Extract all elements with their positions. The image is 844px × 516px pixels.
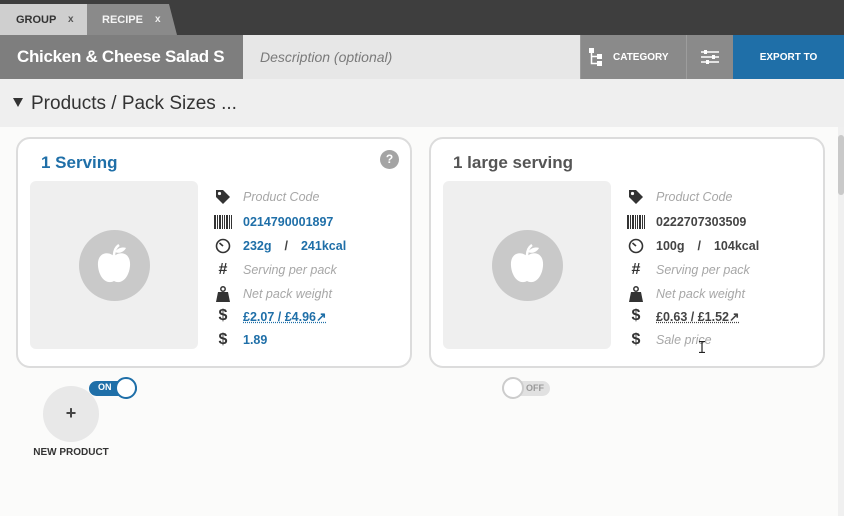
- cost-field[interactable]: $ £2.07 / £4.96↗: [214, 305, 404, 327]
- weight-separator: /: [697, 239, 701, 253]
- text-cursor-icon: [699, 341, 705, 353]
- sale-price-field[interactable]: $ Sale price: [627, 329, 817, 351]
- product-title[interactable]: 1 large serving: [453, 153, 573, 173]
- cost-link[interactable]: £0.63 / £1.52↗: [656, 309, 739, 324]
- net-pack-weight-field[interactable]: Net pack weight: [214, 283, 404, 305]
- product-image[interactable]: OFF: [443, 181, 611, 399]
- export-button[interactable]: EXPORT TO: [733, 35, 844, 79]
- product-code-placeholder: Product Code: [243, 190, 320, 204]
- settings-button[interactable]: [686, 35, 733, 79]
- hash-icon: #: [218, 261, 228, 278]
- weight-energy-text: 232g / 241kcal: [243, 239, 346, 253]
- scrollbar-thumb[interactable]: [838, 135, 844, 195]
- sliders-icon: [701, 50, 719, 64]
- toggle-label: OFF: [526, 383, 544, 393]
- description-input[interactable]: [243, 35, 580, 79]
- net-pack-weight-field[interactable]: Net pack weight: [627, 283, 817, 305]
- serving-per-pack-field[interactable]: # Serving per pack: [214, 259, 404, 281]
- dollar-icon: $: [218, 331, 228, 348]
- product-code-placeholder: Product Code: [656, 190, 733, 204]
- barcode-value: 0214790001897: [243, 215, 334, 229]
- product-title[interactable]: 1 Serving: [41, 153, 118, 173]
- toggle-knob: [115, 377, 137, 399]
- weight-energy-field[interactable]: 100g / 104kcal: [627, 235, 817, 257]
- new-product-button[interactable]: + NEW PRODUCT: [32, 386, 110, 466]
- serving-per-pack-placeholder: Serving per pack: [656, 263, 750, 277]
- barcode-icon: [627, 213, 645, 231]
- weight-icon: [627, 285, 645, 303]
- hash-icon: #: [631, 261, 641, 278]
- apple-icon-circle: [79, 230, 150, 301]
- category-label: CATEGORY: [613, 51, 669, 63]
- weight-value: 100g: [656, 239, 685, 253]
- weight-energy-field[interactable]: 232g / 241kcal: [214, 235, 404, 257]
- barcode-field[interactable]: 0214790001897: [214, 211, 404, 233]
- recipe-title[interactable]: Chicken & Cheese Salad S: [0, 35, 243, 79]
- recipe-header: Chicken & Cheese Salad S CATEGORY EXPORT…: [0, 35, 844, 79]
- section-title: Products / Pack Sizes ...: [31, 93, 237, 114]
- sale-price-field[interactable]: $ 1.89: [214, 329, 404, 351]
- barcode-value: 0222707303509: [656, 215, 747, 229]
- apple-icon: [97, 244, 131, 283]
- apple-icon-circle: [492, 230, 563, 301]
- tag-icon: [627, 188, 645, 206]
- plus-icon[interactable]: +: [43, 386, 99, 442]
- energy-value: 104kcal: [713, 239, 760, 253]
- toggle-knob: [502, 377, 524, 399]
- sale-price-value: 1.89: [243, 333, 268, 347]
- barcode-field[interactable]: 0222707303509: [627, 211, 817, 233]
- scrollbar[interactable]: [838, 127, 844, 516]
- apple-icon: [510, 244, 544, 283]
- collapse-caret-icon[interactable]: [13, 98, 23, 107]
- weight-separator: /: [284, 239, 288, 253]
- product-card: 1 large serving OFF Product Code 0222707…: [429, 137, 825, 399]
- hierarchy-icon: [589, 48, 602, 66]
- tab-group-close-icon[interactable]: x: [68, 14, 74, 25]
- dollar-icon: $: [218, 307, 228, 324]
- energy-value: 241kcal: [300, 239, 347, 253]
- timer-icon: [627, 237, 645, 255]
- tab-bar: GROUP x RECIPE x: [0, 0, 844, 35]
- weight-icon: [214, 285, 232, 303]
- tab-recipe-close-icon[interactable]: x: [155, 14, 161, 25]
- product-code-field[interactable]: Product Code: [214, 186, 404, 208]
- net-pack-weight-placeholder: Net pack weight: [243, 287, 332, 301]
- timer-icon: [214, 237, 232, 255]
- dollar-icon: $: [631, 307, 641, 324]
- tag-icon: [214, 188, 232, 206]
- product-toggle[interactable]: OFF: [502, 377, 552, 399]
- help-icon[interactable]: ?: [380, 150, 399, 169]
- weight-value: 232g: [243, 239, 272, 253]
- net-pack-weight-placeholder: Net pack weight: [656, 287, 745, 301]
- weight-energy-text: 100g / 104kcal: [656, 239, 759, 253]
- cost-link[interactable]: £2.07 / £4.96↗: [243, 309, 326, 324]
- product-code-field[interactable]: Product Code: [627, 186, 817, 208]
- barcode-icon: [214, 213, 232, 231]
- dollar-icon: $: [631, 331, 641, 348]
- cost-field[interactable]: $ £0.63 / £1.52↗: [627, 305, 817, 327]
- serving-per-pack-field[interactable]: # Serving per pack: [627, 259, 817, 281]
- products-section-header[interactable]: Products / Pack Sizes ...: [0, 79, 844, 127]
- product-card: 1 Serving ? ON Product Code 021479000189…: [16, 137, 412, 399]
- category-button[interactable]: CATEGORY: [580, 35, 686, 79]
- tab-recipe-label: RECIPE: [102, 13, 143, 26]
- tab-group[interactable]: GROUP x: [0, 4, 92, 35]
- new-product-label: NEW PRODUCT: [33, 447, 109, 458]
- tab-group-label: GROUP: [16, 13, 57, 26]
- tab-recipe[interactable]: RECIPE x: [87, 4, 177, 35]
- product-image[interactable]: ON: [30, 181, 198, 399]
- serving-per-pack-placeholder: Serving per pack: [243, 263, 337, 277]
